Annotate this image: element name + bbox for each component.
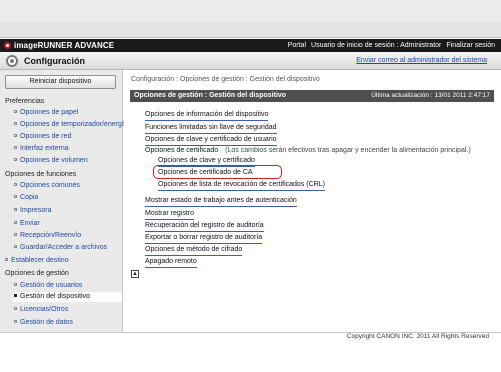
sidebar-item-label: Licencias/Otros [20, 306, 69, 313]
scroll-top-icon[interactable]: ▲ [131, 270, 139, 278]
sidebar-item-user-management[interactable]: Gestión de usuarios [14, 281, 82, 291]
certificate-options-row: Opciones de certificado (Los cambios será… [145, 146, 471, 156]
section-title: Opciones de gestión : Gestión del dispos… [134, 92, 287, 99]
email-admin-link[interactable]: Enviar correo al administrador del siste… [356, 56, 487, 66]
sidebar-item-label: Establecer destino [11, 257, 69, 264]
sidebar-item-label: Gestión del dispositivo [20, 293, 91, 300]
sidebar-item-label: Impresora [20, 207, 52, 214]
brand-name: imageRUNNER ADVANCE [14, 41, 115, 50]
bullet-icon [14, 283, 17, 286]
sidebar: Reiniciar dispositivo Preferencias Opcio… [0, 70, 128, 332]
sidebar-item-common[interactable]: Opciones comunes [14, 181, 80, 191]
link-show-log[interactable]: Mostrar registro [145, 209, 195, 220]
bullet-icon [14, 307, 17, 310]
sidebar-item-label: Gestión de usuarios [20, 282, 83, 289]
ca-cert-highlight [153, 165, 282, 179]
sidebar-item-label: Interfaz externa [20, 145, 69, 152]
sidebar-item-data-management[interactable]: Gestión de datos [14, 318, 73, 328]
link-job-status[interactable]: Mostrar estado de trabajo antes de auten… [145, 196, 297, 207]
bullet-icon [14, 134, 17, 137]
sidebar-item-label: Guardar/Acceder a archivos [20, 244, 108, 251]
functions-heading: Opciones de funciones [5, 171, 77, 178]
link-encryption[interactable]: Opciones de método de cifrado [145, 245, 243, 256]
certificate-options-label: Opciones de certificado [145, 147, 219, 154]
last-updated: Última actualización : 13/01 2011 2:47:1… [371, 92, 490, 99]
sidebar-item-timer-energy[interactable]: Opciones de temporizador/energía [14, 120, 128, 130]
sidebar-item-paper[interactable]: Opciones de papel [14, 108, 78, 118]
sidebar-item-copy[interactable]: Copia [14, 193, 38, 203]
bullet-icon [14, 208, 17, 211]
sidebar-item-label: Opciones de volumen [20, 157, 88, 164]
sidebar-item-label: Recepción/Reenvío [20, 232, 82, 239]
portal-link[interactable]: Portal [288, 40, 306, 51]
bullet-icon [14, 233, 17, 236]
link-audit-restore[interactable]: Recuperación del registro de auditoría [145, 221, 264, 232]
bullet-icon [14, 320, 17, 323]
link-limited-functions[interactable]: Funciones limitadas sin llave de segurid… [145, 123, 277, 134]
sidebar-item-device-management[interactable]: Gestión del dispositivo [13, 292, 122, 302]
link-audit-export[interactable]: Exportar o borrar registro de auditoría [145, 233, 263, 244]
bullet-icon [5, 258, 8, 261]
sidebar-item-external-interface[interactable]: Interfaz externa [14, 144, 69, 154]
footer: Copyright CANON INC. 2011 All Rights Res… [0, 332, 501, 372]
browser-toolbar [0, 0, 501, 22]
sidebar-item-printer[interactable]: Impresora [14, 206, 52, 216]
section-header: Opciones de gestión : Gestión del dispos… [130, 90, 494, 102]
bullet-icon [14, 221, 17, 224]
bullet-icon [14, 146, 17, 149]
sidebar-item-label: Gestión de datos [20, 319, 73, 326]
header-links: Portal Usuario de inicio de sesión : Adm… [288, 40, 495, 51]
logout-link[interactable]: Finalizar sesión [446, 40, 495, 51]
sidebar-item-set-destination[interactable]: Establecer destino [5, 256, 69, 266]
bullet-icon [14, 122, 17, 125]
management-heading: Opciones de gestión [5, 270, 69, 277]
main-content: Configuración : Opciones de gestión : Ge… [124, 70, 501, 332]
sidebar-item-receive-forward[interactable]: Recepción/Reenvío [14, 231, 81, 241]
copyright: Copyright CANON INC. 2011 All Rights Res… [346, 333, 489, 340]
sidebar-item-label: Enviar [20, 220, 40, 227]
breadcrumb: Configuración : Opciones de gestión : Ge… [131, 76, 320, 83]
bullet-icon [14, 245, 17, 248]
bullet-icon [14, 158, 17, 161]
sidebar-item-label: Opciones de temporizador/energía [20, 121, 128, 128]
sidebar-item-volume[interactable]: Opciones de volumen [14, 156, 88, 166]
app-header: imageRUNNER ADVANCE Portal Usuario de in… [0, 39, 501, 52]
link-device-info[interactable]: Opciones de información del dispositivo [145, 110, 269, 121]
sidebar-item-label: Opciones de papel [20, 109, 79, 116]
page-title: Configuración [24, 56, 85, 66]
bullet-icon [14, 294, 17, 297]
sidebar-item-label: Copia [20, 194, 39, 201]
sidebar-item-network[interactable]: Opciones de red [14, 132, 71, 142]
preferences-heading: Preferencias [5, 98, 45, 105]
sidebar-item-label: Opciones de red [20, 133, 72, 140]
sidebar-item-licenses[interactable]: Licencias/Otros [14, 305, 68, 315]
link-crl[interactable]: Opciones de lista de revocación de certi… [158, 180, 325, 191]
settings-gear-icon [6, 55, 18, 67]
bullet-icon [14, 183, 17, 186]
sidebar-item-label: Opciones comunes [20, 182, 80, 189]
link-user-key-cert[interactable]: Opciones de clave y certificado de usuar… [145, 135, 277, 146]
settings-subheader: Configuración Enviar correo al administr… [0, 52, 501, 70]
login-user-label: Usuario de inicio de sesión : Administra… [311, 42, 442, 49]
canon-logo-icon [4, 42, 11, 49]
sidebar-item-store-access[interactable]: Guardar/Acceder a archivos [14, 243, 107, 253]
certificate-note: (Los cambios serán efectivos tras apagar… [225, 147, 471, 154]
sidebar-item-send[interactable]: Enviar [14, 219, 40, 229]
browser-address-bar: ▼ [0, 22, 501, 58]
link-remote-off[interactable]: Apagado remoto [145, 257, 197, 268]
bullet-icon [14, 110, 17, 113]
restart-device-button[interactable]: Reiniciar dispositivo [5, 75, 116, 89]
bullet-icon [14, 195, 17, 198]
